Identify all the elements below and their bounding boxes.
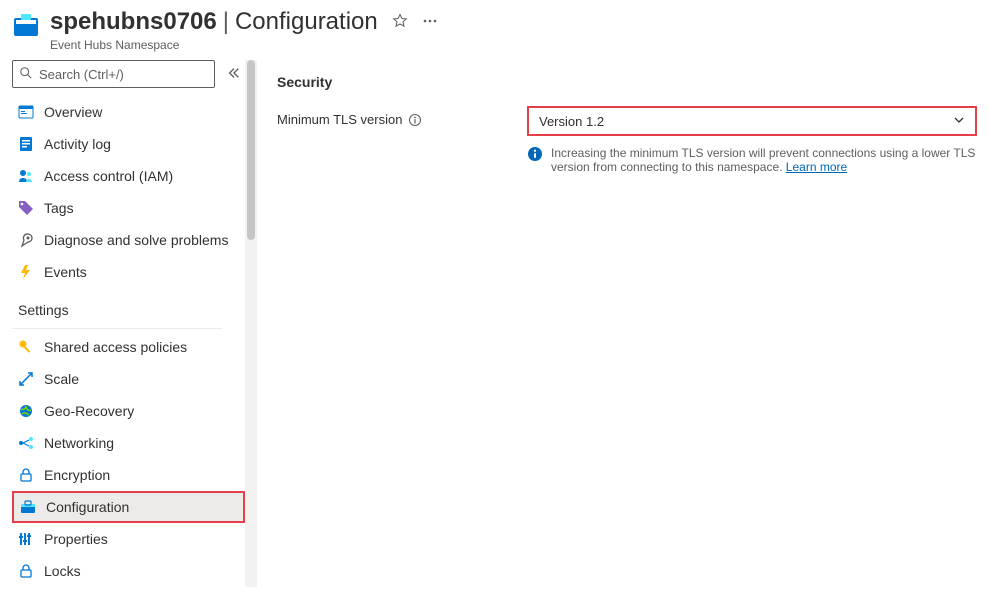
sidebar-item-activity-log[interactable]: Activity log — [12, 128, 245, 160]
title-separator: | — [223, 8, 229, 36]
tls-label: Minimum TLS version — [277, 112, 402, 127]
sidebar-label: Tags — [44, 200, 74, 216]
lock-icon — [18, 563, 34, 579]
tls-select-value: Version 1.2 — [539, 114, 604, 129]
settings-section-label: Settings — [12, 288, 245, 324]
main-content: Security Minimum TLS version Version 1.2 — [257, 60, 989, 587]
sidebar-item-tags[interactable]: Tags — [12, 192, 245, 224]
sidebar-item-overview[interactable]: Overview — [12, 96, 245, 128]
sidebar-item-networking[interactable]: Networking — [12, 427, 245, 459]
overview-icon — [18, 104, 34, 120]
networking-icon — [18, 435, 34, 451]
favorite-star-icon[interactable] — [392, 13, 408, 32]
learn-more-link[interactable]: Learn more — [786, 160, 847, 174]
sidebar-item-scale[interactable]: Scale — [12, 363, 245, 395]
info-badge-icon — [527, 146, 543, 162]
chevron-down-icon — [953, 114, 965, 129]
globe-icon — [18, 403, 34, 419]
sidebar-label: Diagnose and solve problems — [44, 232, 228, 248]
divider — [12, 328, 222, 329]
sidebar-label: Activity log — [44, 136, 111, 152]
scrollbar-thumb[interactable] — [247, 60, 255, 240]
sidebar-item-geo-recovery[interactable]: Geo-Recovery — [12, 395, 245, 427]
eventhub-namespace-icon — [12, 12, 40, 40]
page-header: spehubns0706 | Configuration Event Hubs … — [0, 0, 989, 60]
info-icon[interactable] — [408, 113, 422, 127]
sidebar-item-events[interactable]: Events — [12, 256, 245, 288]
security-heading: Security — [277, 74, 979, 90]
sidebar-label: Networking — [44, 435, 114, 451]
sidebar-label: Geo-Recovery — [44, 403, 134, 419]
sidebar-item-properties[interactable]: Properties — [12, 523, 245, 555]
sidebar-item-shared-access-policies[interactable]: Shared access policies — [12, 331, 245, 363]
search-box[interactable] — [12, 60, 215, 88]
sidebar-label: Events — [44, 264, 87, 280]
more-actions-icon[interactable] — [422, 13, 438, 32]
sidebar-item-configuration[interactable]: Configuration — [12, 491, 245, 523]
search-input[interactable] — [39, 67, 208, 82]
sidebar: Overview Activity log Access control (IA… — [0, 60, 245, 587]
sidebar-item-encryption[interactable]: Encryption — [12, 459, 245, 491]
sidebar-item-locks[interactable]: Locks — [12, 555, 245, 587]
tls-label-row: Minimum TLS version — [277, 106, 517, 127]
scale-icon — [18, 371, 34, 387]
sidebar-item-diagnose[interactable]: Diagnose and solve problems — [12, 224, 245, 256]
key-icon — [18, 339, 34, 355]
sidebar-label: Shared access policies — [44, 339, 187, 355]
resource-name: spehubns0706 — [50, 8, 217, 36]
sidebar-label: Properties — [44, 531, 108, 547]
activity-log-icon — [18, 136, 34, 152]
sidebar-scrollbar[interactable] — [245, 60, 257, 587]
tls-version-select[interactable]: Version 1.2 — [527, 106, 977, 136]
sidebar-label: Locks — [44, 563, 81, 579]
tags-icon — [18, 200, 34, 216]
page-title: spehubns0706 | Configuration — [50, 8, 378, 36]
sidebar-label: Scale — [44, 371, 79, 387]
diagnose-icon — [18, 232, 34, 248]
sidebar-item-access-control[interactable]: Access control (IAM) — [12, 160, 245, 192]
lock-icon — [18, 467, 34, 483]
collapse-sidebar-icon[interactable] — [223, 62, 245, 87]
toolbox-icon — [20, 499, 36, 515]
sidebar-label: Encryption — [44, 467, 110, 483]
events-icon — [18, 264, 34, 280]
search-icon — [19, 66, 33, 83]
page-name: Configuration — [235, 8, 378, 36]
resource-type-label: Event Hubs Namespace — [50, 38, 438, 52]
properties-icon — [18, 531, 34, 547]
tls-info-box: Increasing the minimum TLS version will … — [527, 146, 977, 174]
access-control-icon — [18, 168, 34, 184]
sidebar-label: Overview — [44, 104, 102, 120]
sidebar-label: Configuration — [46, 499, 129, 515]
sidebar-label: Access control (IAM) — [44, 168, 173, 184]
tls-info-text: Increasing the minimum TLS version will … — [551, 146, 977, 174]
